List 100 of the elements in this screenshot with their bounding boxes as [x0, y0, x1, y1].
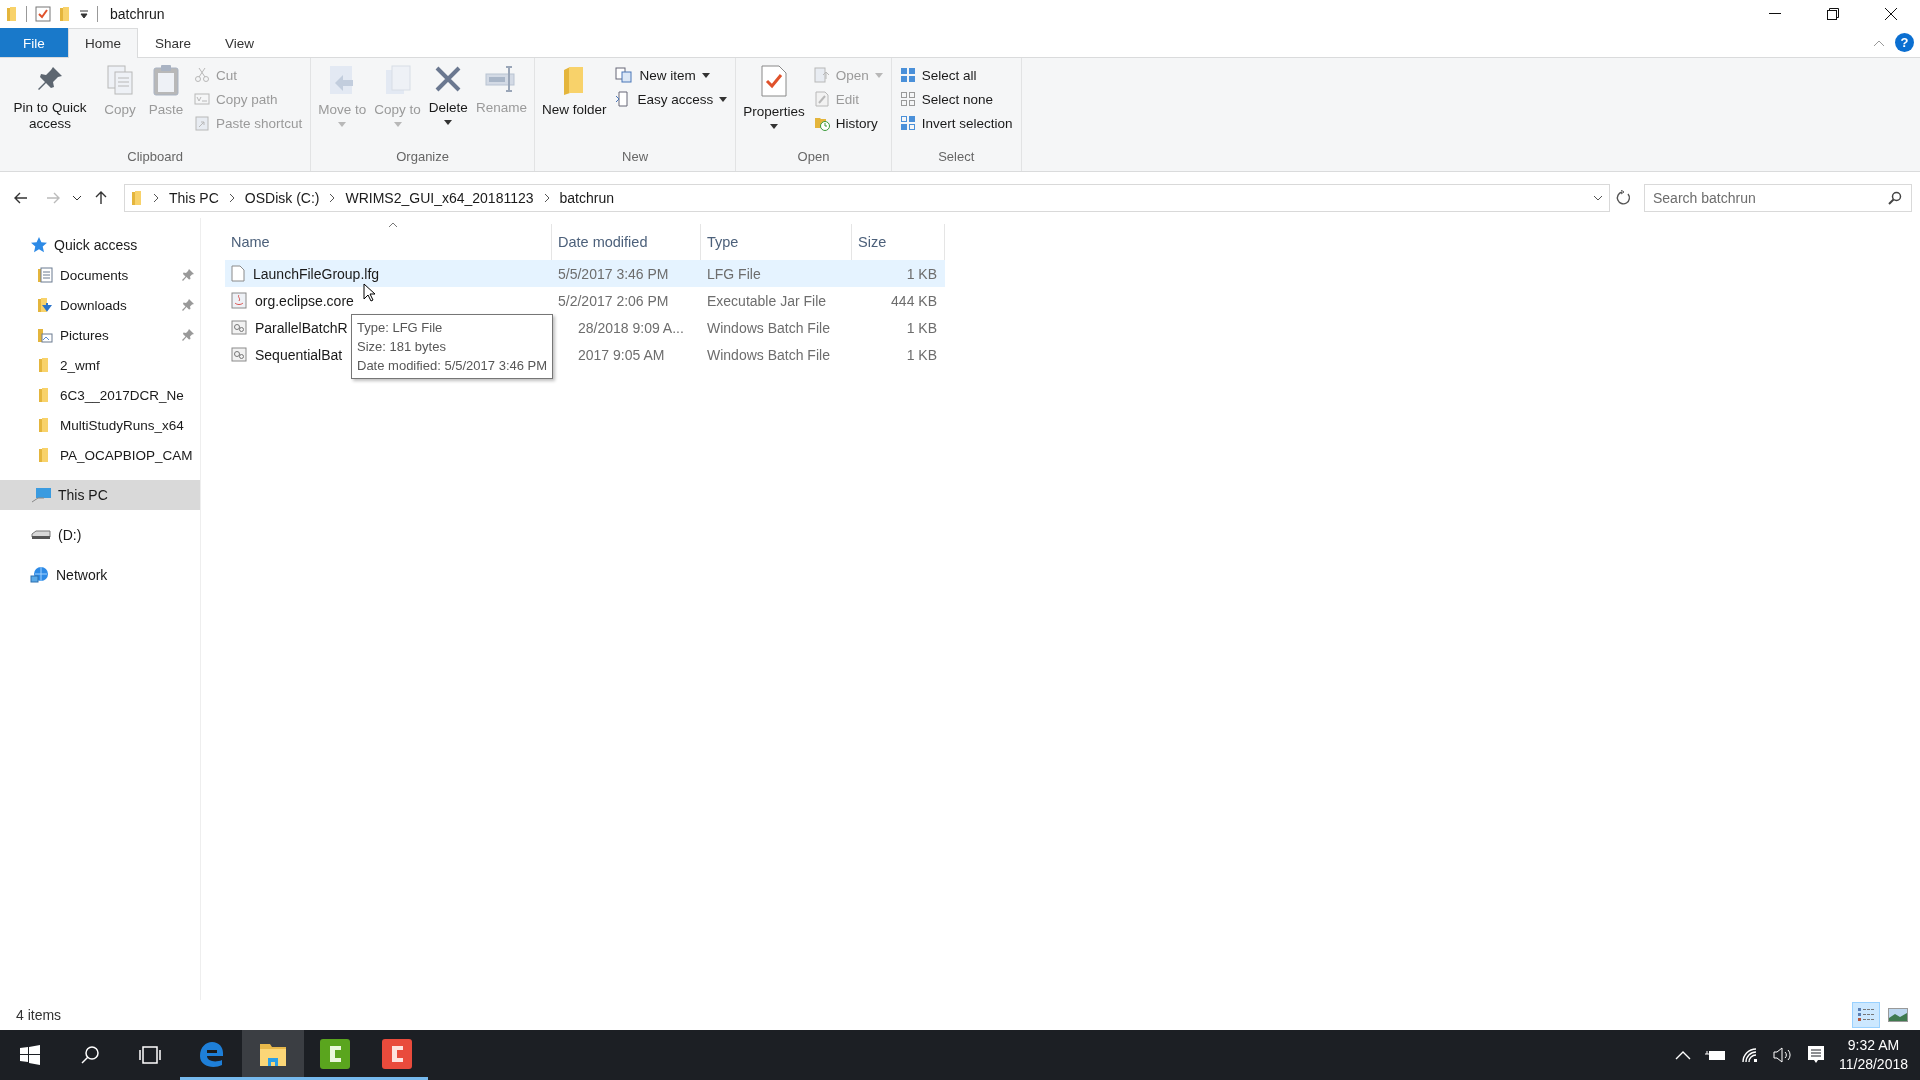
up-arrow-icon[interactable] [95, 191, 107, 205]
dropdown-icon[interactable] [79, 9, 89, 19]
notification-icon[interactable] [1806, 1045, 1825, 1065]
ribbon-button[interactable]: Select none [895, 88, 1017, 110]
ribbon-button[interactable]: History [809, 112, 887, 134]
table-cell: Windows Batch File [707, 346, 830, 363]
paste-shortcut-icon [194, 115, 210, 131]
pictures-icon [36, 327, 54, 343]
ribbon-button[interactable]: Invert selection [895, 112, 1017, 134]
refresh-icon[interactable] [1616, 190, 1632, 206]
breadcrumb[interactable]: batchrun [559, 190, 615, 206]
app-icon [382, 1038, 412, 1069]
window-title: batchrun [110, 6, 165, 22]
tooltip-line: Size: 181 bytes [357, 338, 447, 356]
back-icon[interactable] [14, 192, 28, 204]
tooltip-line: Type: LFG File [357, 319, 444, 337]
chevron-icon [543, 193, 550, 203]
details-view-button[interactable] [1852, 1002, 1880, 1028]
path-icon [194, 92, 210, 106]
ribbon-button[interactable]: New folder [538, 60, 610, 122]
battery-icon[interactable] [1704, 1048, 1727, 1062]
batch-file-icon [231, 320, 247, 335]
nav-item[interactable]: Quick access [0, 230, 200, 260]
nav-item[interactable]: Documents [0, 260, 200, 290]
nav-item[interactable]: This PC [0, 480, 200, 510]
search-icon [1888, 191, 1902, 205]
nav-item[interactable]: MultiStudyRuns_x64 [0, 410, 200, 440]
restore-icon[interactable] [1827, 8, 1839, 20]
new-item-icon [615, 67, 634, 83]
chevron-up-icon[interactable] [1674, 1050, 1691, 1060]
downloads-icon [36, 297, 54, 313]
volume-icon[interactable] [1772, 1047, 1793, 1063]
ribbon-tab[interactable]: View [208, 28, 272, 57]
minimize-icon[interactable] [1769, 13, 1781, 15]
table-cell: 1 KB [906, 265, 937, 282]
chevron-icon [329, 193, 336, 203]
nav-item[interactable]: 2_wmf [0, 350, 200, 380]
group-label: Organize [395, 149, 450, 166]
file-name[interactable]: ParallelBatchR [255, 319, 348, 336]
table-cell: 5/5/2017 3:46 PM [558, 265, 669, 282]
nav-item[interactable]: 6C3__2017DCR_Ne [0, 380, 200, 410]
documents-icon [36, 267, 54, 283]
breadcrumb[interactable]: OSDisk (C:) [244, 190, 320, 206]
invert-selection-icon [899, 115, 916, 131]
drive-icon [30, 530, 52, 540]
nav-item[interactable]: (D:) [0, 520, 200, 550]
properties-icon [759, 64, 789, 98]
ribbon-button[interactable]: Easy access [611, 88, 732, 110]
taskbar-app[interactable] [242, 1030, 304, 1080]
table-cell: Windows Batch File [707, 319, 830, 336]
help-button[interactable]: ? [1895, 33, 1914, 52]
select-all-icon [899, 67, 916, 83]
copy-icon [105, 64, 135, 96]
nav-item[interactable]: Downloads [0, 290, 200, 320]
ribbon-button[interactable]: New item [611, 64, 732, 86]
table-cell: 28/2018 9:09 A... [578, 319, 684, 336]
java-file-icon [231, 292, 247, 309]
open-icon [813, 67, 830, 83]
file-name[interactable]: org.eclipse.core [255, 292, 354, 309]
table-cell: Executable Jar File [707, 292, 827, 309]
group-label: Select [937, 149, 976, 166]
collapse-icon[interactable] [1873, 38, 1885, 47]
clock[interactable]: 9:32 AM 11/28/2018 [1838, 1036, 1908, 1074]
dropdown-icon[interactable] [1593, 195, 1603, 201]
task-view-icon[interactable] [138, 1045, 162, 1065]
ribbon-button[interactable]: Properties [740, 60, 808, 133]
landscape-icon [1888, 1008, 1908, 1022]
ribbon-tab[interactable]: Home [68, 28, 138, 58]
properties-icon[interactable] [35, 6, 51, 22]
selected-row[interactable]: LaunchFileGroup.lfg 5/5/2017 3:46 PM LFG File 1 KB [225, 260, 945, 287]
tooltip-line: Date modified: 5/5/2017 3:46 PM [357, 357, 548, 375]
recent-locations-icon[interactable] [72, 195, 82, 201]
list-icon [1857, 1007, 1875, 1023]
ribbon-tab[interactable]: Share [138, 28, 209, 57]
address-bar[interactable]: This PC OSDisk (C:) WRIMS2_GUI_x64_20181123 batchrun [124, 184, 1610, 212]
folder-icon [131, 190, 143, 206]
nav-item[interactable]: PA_OCAPBIOP_CAM [0, 440, 200, 470]
windows-icon[interactable] [20, 1045, 40, 1065]
file-name[interactable]: LaunchFileGroup.lfg [253, 265, 380, 282]
ribbon-button[interactable]: Select all [895, 64, 1017, 86]
ribbon-tab[interactable]: File [0, 28, 68, 57]
breadcrumb[interactable]: WRIMS2_GUI_x64_20181123 [345, 190, 534, 206]
search-icon[interactable] [80, 1045, 100, 1065]
cursor-icon [363, 283, 375, 302]
table-cell: 444 KB [891, 292, 937, 309]
search-field[interactable]: Search batchrun [1644, 184, 1912, 212]
breadcrumb[interactable]: This PC [169, 190, 219, 206]
folder-icon [6, 6, 18, 22]
ribbon-button[interactable]: Pin to Quick access [4, 60, 96, 136]
file-name[interactable]: SequentialBat [255, 346, 343, 363]
ribbon-button[interactable]: Delete [425, 60, 471, 129]
wifi-icon[interactable] [1740, 1047, 1759, 1063]
nav-item[interactable]: Network [0, 560, 200, 590]
group-label: New [621, 149, 650, 166]
nav-item[interactable]: Pictures [0, 320, 200, 350]
scissors-icon [194, 67, 210, 83]
computer-icon [30, 487, 52, 503]
star-icon [30, 236, 48, 254]
close-icon[interactable] [1884, 7, 1898, 21]
app-icon [320, 1038, 350, 1069]
